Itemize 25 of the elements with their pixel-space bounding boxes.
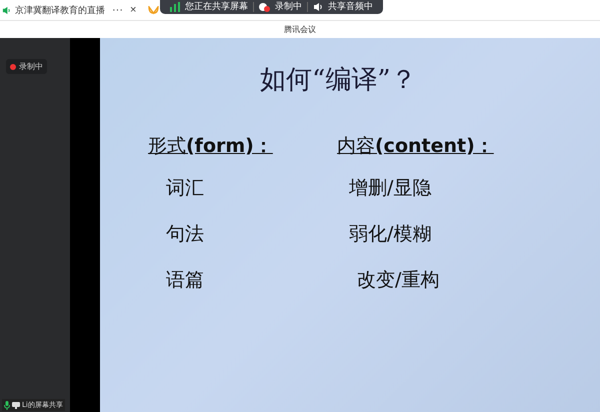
slide-item: 句法 xyxy=(166,222,205,247)
tab-title[interactable]: 京津冀翻译教育的直播 xyxy=(15,4,105,16)
toolbar-label[interactable]: 录制中 xyxy=(275,1,302,13)
badge-label: 录制中 xyxy=(19,61,43,72)
more-button[interactable]: ··· xyxy=(112,4,123,16)
screen-icon xyxy=(12,402,20,408)
signal-icon xyxy=(170,2,180,12)
slide-title: 如何“编译”？ xyxy=(260,64,418,97)
microphone-icon xyxy=(4,400,10,410)
speaker-icon xyxy=(313,2,323,12)
slide-item: 增删/显隐 xyxy=(349,176,432,201)
butterfly-icon xyxy=(148,6,160,14)
column-heading: 内容(content)： xyxy=(337,134,494,159)
window-title: 腾讯会议 xyxy=(284,24,316,35)
toolbar-label[interactable]: 共享音频中 xyxy=(328,1,373,13)
record-dot-icon xyxy=(10,64,16,70)
slide-item: 改变/重构 xyxy=(357,268,440,293)
close-button[interactable]: × xyxy=(130,4,136,16)
toolbar-label[interactable]: 您正在共享屏幕 xyxy=(185,1,248,13)
slide-item: 弱化/模糊 xyxy=(349,222,432,247)
column-heading: 形式(form)： xyxy=(148,134,274,159)
slide-item: 语篇 xyxy=(166,268,205,293)
recording-icon xyxy=(259,2,270,12)
slide-item: 词汇 xyxy=(166,176,205,201)
speaker-icon xyxy=(2,6,11,14)
